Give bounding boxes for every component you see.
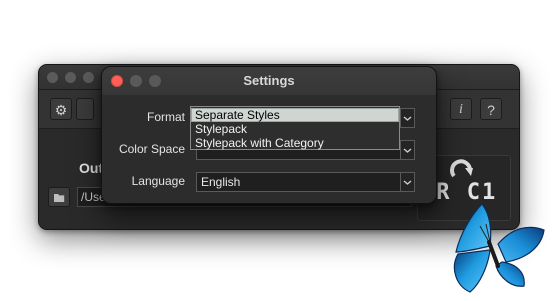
format-dropdown-list[interactable]: Separate Styles Stylepack Stylepack with… bbox=[190, 106, 400, 150]
format-option-separate-styles[interactable]: Separate Styles bbox=[191, 108, 399, 122]
language-chevron[interactable] bbox=[400, 172, 415, 192]
help-button[interactable]: ? bbox=[480, 98, 502, 120]
language-select[interactable]: English bbox=[196, 172, 415, 192]
format-option-stylepack-with-category[interactable]: Stylepack with Category bbox=[191, 136, 399, 150]
choose-folder-button[interactable] bbox=[48, 187, 70, 207]
format-label: Format bbox=[146, 110, 185, 124]
main-zoom-button[interactable] bbox=[83, 72, 94, 83]
main-close-button[interactable] bbox=[47, 72, 58, 83]
chevron-down-icon bbox=[403, 180, 412, 185]
format-option-stylepack[interactable]: Stylepack bbox=[191, 122, 399, 136]
format-popup-chevron[interactable] bbox=[400, 108, 415, 128]
color-space-label: Color Space bbox=[118, 142, 185, 156]
info-button[interactable]: i bbox=[450, 98, 472, 120]
settings-titlebar: Settings bbox=[102, 67, 436, 95]
folder-icon bbox=[54, 194, 65, 202]
butterfly-icon bbox=[453, 203, 545, 293]
output-label: Out bbox=[79, 160, 104, 176]
gear-icon: ⚙ bbox=[54, 102, 68, 118]
settings-title: Settings bbox=[243, 73, 295, 88]
chevron-down-icon bbox=[403, 116, 412, 121]
chevron-down-icon bbox=[403, 148, 412, 153]
toolbar-button-2[interactable] bbox=[76, 98, 94, 120]
info-icon: i bbox=[459, 102, 463, 117]
settings-button[interactable]: ⚙ bbox=[50, 98, 72, 120]
refresh-arrow-icon bbox=[450, 159, 473, 178]
help-icon: ? bbox=[487, 102, 495, 118]
color-space-chevron[interactable] bbox=[400, 140, 415, 160]
main-minimize-button[interactable] bbox=[65, 72, 76, 83]
language-label: Language bbox=[131, 174, 185, 188]
